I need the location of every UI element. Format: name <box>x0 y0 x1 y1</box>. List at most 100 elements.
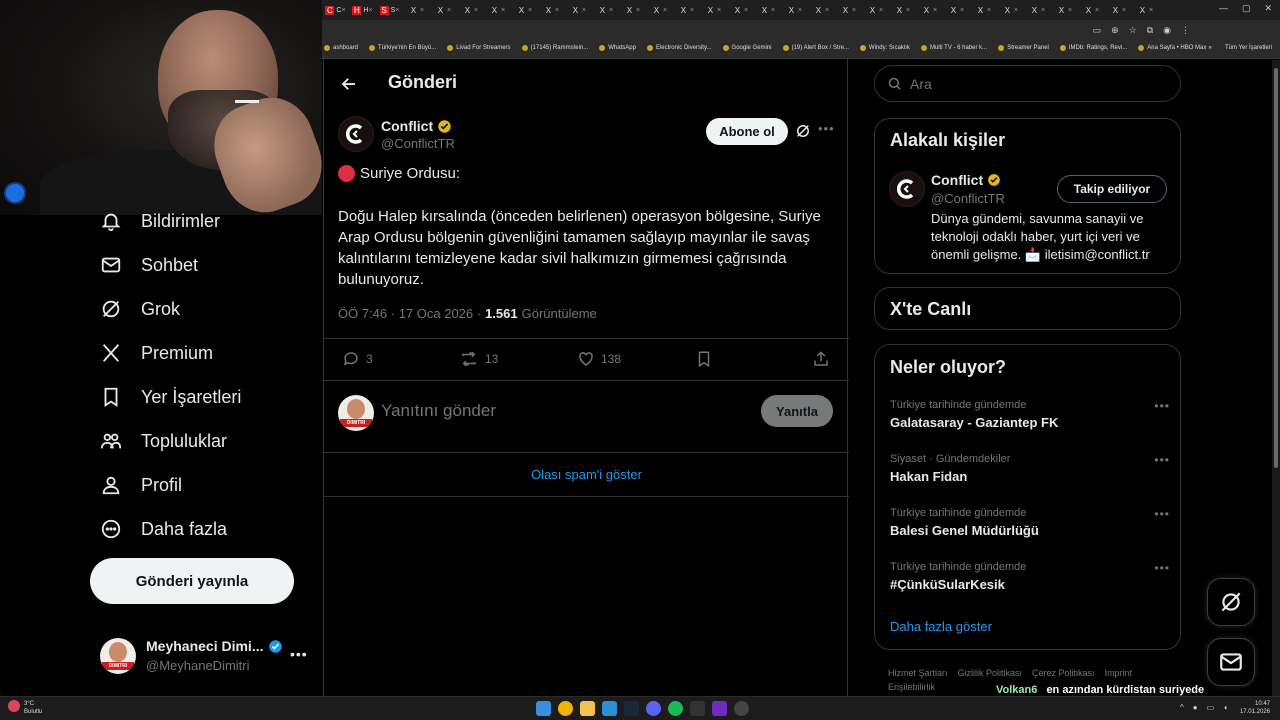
profile-icon[interactable]: ◉ <box>1163 25 1171 36</box>
footer-link[interactable]: Çerez Politikası <box>1032 668 1095 678</box>
tray-chevron-icon[interactable]: ^ <box>1180 703 1184 712</box>
tab-close-icon[interactable]: × <box>879 7 883 14</box>
tab-close-icon[interactable]: × <box>341 7 345 14</box>
browser-tab[interactable]: X × <box>565 3 592 18</box>
app-icon[interactable] <box>690 701 705 716</box>
page-scrollbar[interactable] <box>1272 60 1280 696</box>
share-action[interactable] <box>812 350 830 368</box>
browser-tab[interactable]: X × <box>484 3 511 18</box>
browser-tab[interactable]: X × <box>835 3 862 18</box>
tab-close-icon[interactable]: × <box>933 7 937 14</box>
bookmark-item[interactable]: (19) Alert Box / Stre... <box>782 45 849 51</box>
show-spam-link[interactable]: Olası spam'i göster <box>324 453 849 497</box>
tab-close-icon[interactable]: × <box>906 7 910 14</box>
related-name[interactable]: Conflict <box>931 172 983 188</box>
tab-close-icon[interactable]: × <box>368 7 372 14</box>
browser-tab[interactable]: X × <box>970 3 997 18</box>
tab-close-icon[interactable]: × <box>501 7 505 14</box>
show-more-link[interactable]: Daha fazla göster <box>890 619 992 634</box>
zoom-icon[interactable]: ⊕ <box>1111 25 1119 36</box>
footer-link[interactable]: Gizlilik Politikası <box>958 668 1023 678</box>
tab-close-icon[interactable]: × <box>636 7 640 14</box>
tab-close-icon[interactable]: × <box>744 7 748 14</box>
reply-action[interactable]: 3 <box>342 350 373 368</box>
browser-tab[interactable]: X × <box>1078 3 1105 18</box>
tweet-time[interactable]: ÖÖ 7:46 · 17 Oca 2026 · <box>338 306 481 321</box>
trend-more-icon[interactable]: ••• <box>1154 561 1170 575</box>
close-window-icon[interactable]: ✕ <box>1264 3 1272 14</box>
search-input[interactable]: Ara <box>874 65 1181 102</box>
trend-item[interactable]: Türkiye tarihinde gündemde Balesi Genel … <box>890 507 1170 538</box>
bookmark-item[interactable]: Türkiye'nin En Büyü... <box>369 45 436 51</box>
tab-close-icon[interactable]: × <box>717 7 721 14</box>
bookmark-item[interactable]: Google Gemini <box>722 45 772 51</box>
tab-close-icon[interactable]: × <box>474 7 478 14</box>
scrollbar-thumb[interactable] <box>1274 68 1278 468</box>
nav-item-chat[interactable]: Sohbet <box>100 252 198 278</box>
all-bookmarks-button[interactable]: Tüm Yer İşaretleri <box>1225 45 1272 51</box>
nav-item-premium[interactable]: Premium <box>100 340 213 366</box>
nav-item-communities[interactable]: Topluluklar <box>100 428 227 454</box>
discord-icon[interactable] <box>646 701 661 716</box>
grok-icon[interactable] <box>794 122 812 140</box>
browser-tab[interactable]: X × <box>943 3 970 18</box>
browser-tab[interactable]: H H × <box>349 3 376 18</box>
bookmark-item[interactable]: WhatsApp <box>599 45 636 51</box>
spotify-icon[interactable] <box>668 701 683 716</box>
bookmark-item[interactable]: (17145) Rammstein... <box>521 45 588 51</box>
tab-close-icon[interactable]: × <box>447 7 451 14</box>
bookmark-item[interactable]: Electronic Diversity... <box>646 45 712 51</box>
maximize-icon[interactable]: ▢ <box>1242 3 1251 14</box>
tab-close-icon[interactable]: × <box>663 7 667 14</box>
star-icon[interactable]: ☆ <box>1129 25 1137 36</box>
tab-close-icon[interactable]: × <box>690 7 694 14</box>
menu-icon[interactable]: ⋮ <box>1181 25 1190 36</box>
extensions-icon[interactable]: ⧉ <box>1147 25 1153 36</box>
browser-tab[interactable]: X × <box>727 3 754 18</box>
trend-more-icon[interactable]: ••• <box>1154 453 1170 467</box>
tweet-author-name[interactable]: Conflict <box>381 118 433 134</box>
browser-tab[interactable]: X × <box>646 3 673 18</box>
subscribe-button[interactable]: Abone ol <box>706 118 788 145</box>
browser-tab[interactable]: X × <box>592 3 619 18</box>
tab-close-icon[interactable]: × <box>1149 7 1153 14</box>
account-more-icon[interactable]: ••• <box>290 646 308 662</box>
browser-tab[interactable]: X × <box>997 3 1024 18</box>
bookmark-item[interactable]: Ana Sayfa • HBO Max <box>1138 45 1206 51</box>
related-avatar[interactable] <box>889 171 925 207</box>
tab-close-icon[interactable]: × <box>582 7 586 14</box>
footer-link[interactable]: Erişilebilirlik <box>888 682 935 692</box>
bookmark-item[interactable]: Windy: Sıcaklık <box>859 45 910 51</box>
cast-icon[interactable]: ▭ <box>1093 25 1102 36</box>
browser-tab[interactable]: X × <box>619 3 646 18</box>
trend-item[interactable]: Türkiye tarihinde gündemde Galatasaray -… <box>890 399 1170 430</box>
tab-close-icon[interactable]: × <box>960 7 964 14</box>
obs-icon[interactable] <box>734 701 749 716</box>
browser-tab[interactable]: X × <box>700 3 727 18</box>
bookmark-item[interactable]: IMDb: Ratings, Revi... <box>1059 45 1127 51</box>
nav-item-more[interactable]: Daha fazla <box>100 516 227 542</box>
footer-link[interactable]: Imprint <box>1105 668 1133 678</box>
browser-tab[interactable]: X × <box>916 3 943 18</box>
browser-tab[interactable]: X × <box>1132 3 1159 18</box>
tab-close-icon[interactable]: × <box>852 7 856 14</box>
following-button[interactable]: Takip ediliyor <box>1057 175 1167 203</box>
tweet-author-handle[interactable]: @ConflictTR <box>381 136 455 151</box>
browser-tab[interactable]: X × <box>1105 3 1132 18</box>
bookmarks-more-button[interactable]: » <box>1208 45 1211 51</box>
reply-input[interactable]: Yanıtını gönder <box>381 401 496 421</box>
browser-tab[interactable]: X × <box>511 3 538 18</box>
browser-tab[interactable]: X × <box>403 3 430 18</box>
weather-widget[interactable]: 3°C Bulutlu <box>8 700 42 716</box>
browser-tab[interactable]: X × <box>808 3 835 18</box>
file-explorer-icon[interactable] <box>580 701 595 716</box>
browser-tab[interactable]: X × <box>781 3 808 18</box>
steam-icon[interactable] <box>624 701 639 716</box>
bookmark-item[interactable]: Streamer Panel <box>998 45 1049 51</box>
tab-close-icon[interactable]: × <box>1014 7 1018 14</box>
browser-tab[interactable]: X × <box>754 3 781 18</box>
tab-close-icon[interactable]: × <box>395 7 399 14</box>
browser-tab[interactable]: X × <box>430 3 457 18</box>
trend-more-icon[interactable]: ••• <box>1154 399 1170 413</box>
mic-icon[interactable]: ● <box>1193 703 1198 712</box>
